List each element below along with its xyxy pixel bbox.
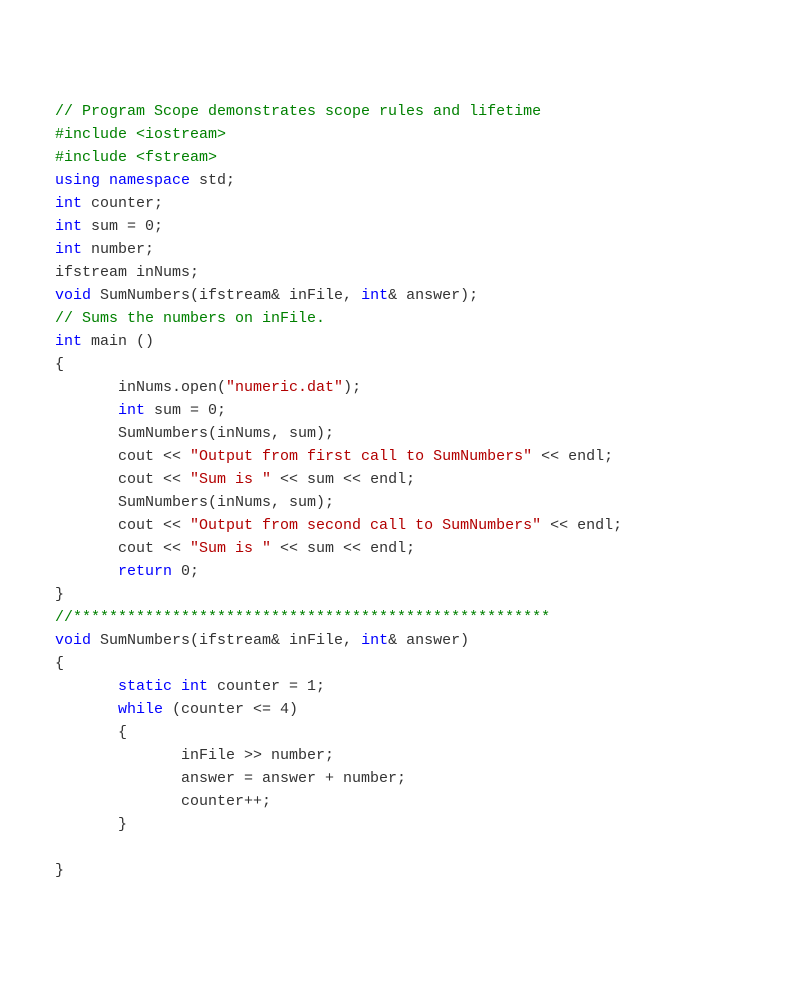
code-line: while (counter <= 4) [55,698,793,721]
code-token: // Program Scope demonstrates scope rule… [55,103,541,120]
code-token: "Sum is " [190,471,271,488]
code-line: #include <iostream> [55,123,793,146]
code-token: cout << [55,471,190,488]
code-line: answer = answer + number; [55,767,793,790]
code-line: #include <fstream> [55,146,793,169]
code-token: inNums.open( [55,379,226,396]
code-token [55,563,118,580]
code-token: int [361,632,388,649]
code-line: cout << "Sum is " << sum << endl; [55,468,793,491]
code-token: & answer); [388,287,478,304]
code-token: #include <fstream> [55,149,217,166]
code-line: // Program Scope demonstrates scope rule… [55,100,793,123]
code-line: int number; [55,238,793,261]
code-token: { [55,655,64,672]
code-line: void SumNumbers(ifstream& inFile, int& a… [55,284,793,307]
code-line: cout << "Sum is " << sum << endl; [55,537,793,560]
code-token: int [361,287,388,304]
code-token: << endl; [532,448,613,465]
code-line: int main () [55,330,793,353]
code-token [55,678,118,695]
code-token: << sum << endl; [271,540,415,557]
code-token: } [55,816,127,833]
code-line: return 0; [55,560,793,583]
code-line: // Sums the numbers on inFile. [55,307,793,330]
code-token: static int [118,678,208,695]
code-token: "numeric.dat" [226,379,343,396]
code-line: inNums.open("numeric.dat"); [55,376,793,399]
code-line: cout << "Output from second call to SumN… [55,514,793,537]
code-token: // Sums the numbers on inFile. [55,310,325,327]
code-token: } [55,862,64,879]
code-token: int [55,218,82,235]
code-token [55,402,118,419]
code-line: void SumNumbers(ifstream& inFile, int& a… [55,629,793,652]
code-line: SumNumbers(inNums, sum); [55,422,793,445]
code-token: void [55,632,91,649]
code-token: counter = 1; [208,678,325,695]
code-line: static int counter = 1; [55,675,793,698]
code-line: } [55,813,793,836]
code-token: int [55,241,82,258]
code-line: } [55,859,793,882]
code-line: ifstream inNums; [55,261,793,284]
code-token: cout << [55,448,190,465]
code-token: //**************************************… [55,609,550,626]
code-token: counter; [82,195,163,212]
code-line: cout << "Output from first call to SumNu… [55,445,793,468]
code-token: void [55,287,91,304]
code-token: << endl; [541,517,622,534]
code-token: int [55,195,82,212]
code-token: sum = 0; [82,218,163,235]
code-token: << sum << endl; [271,471,415,488]
code-token: using namespace [55,172,190,189]
code-token: SumNumbers(inNums, sum); [55,494,334,511]
code-token: cout << [55,540,190,557]
code-line: { [55,652,793,675]
code-token: ); [343,379,361,396]
code-token: "Sum is " [190,540,271,557]
code-line: } [55,583,793,606]
code-token: return [118,563,172,580]
code-token: std; [190,172,235,189]
code-token: sum = 0; [145,402,226,419]
code-token: (counter <= 4) [163,701,298,718]
code-token: int [55,333,82,350]
code-block: // Program Scope demonstrates scope rule… [55,100,793,882]
code-line: { [55,353,793,376]
code-line: SumNumbers(inNums, sum); [55,491,793,514]
code-token: { [55,724,127,741]
code-token: 0; [172,563,199,580]
code-token: int [118,402,145,419]
code-line: inFile >> number; [55,744,793,767]
code-token: #include <iostream> [55,126,226,143]
code-token: main () [82,333,154,350]
code-token: cout << [55,517,190,534]
code-line: int sum = 0; [55,399,793,422]
code-token: SumNumbers(inNums, sum); [55,425,334,442]
code-token: { [55,356,64,373]
code-token: & answer) [388,632,469,649]
code-token: ifstream inNums; [55,264,199,281]
code-token: answer = answer + number; [55,770,406,787]
code-token: SumNumbers(ifstream& inFile, [91,287,361,304]
code-line: { [55,721,793,744]
code-line: int sum = 0; [55,215,793,238]
code-token [55,701,118,718]
code-token: "Output from second call to SumNumbers" [190,517,541,534]
code-token: inFile >> number; [55,747,334,764]
code-line: using namespace std; [55,169,793,192]
code-line: int counter; [55,192,793,215]
code-token: while [118,701,163,718]
code-line [55,836,793,859]
code-token: SumNumbers(ifstream& inFile, [91,632,361,649]
code-line: counter++; [55,790,793,813]
code-token: counter++; [55,793,271,810]
code-line: //**************************************… [55,606,793,629]
code-token: "Output from first call to SumNumbers" [190,448,532,465]
code-token: number; [82,241,154,258]
code-token: } [55,586,64,603]
